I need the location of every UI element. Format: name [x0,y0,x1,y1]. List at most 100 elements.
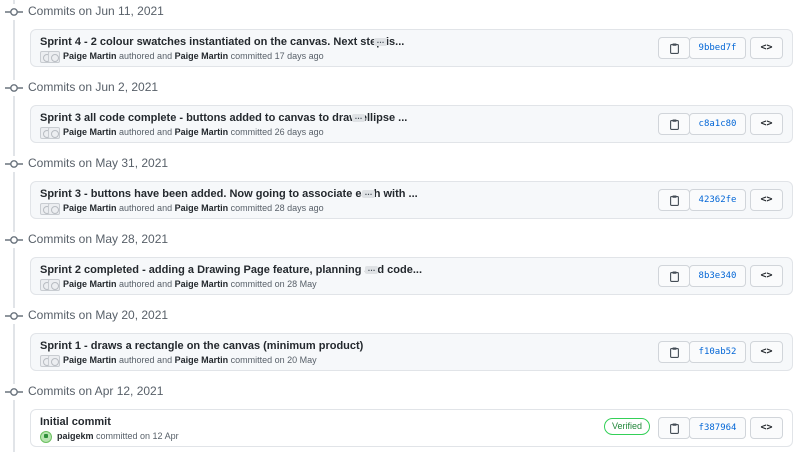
verified-badge[interactable]: Verified [604,418,650,435]
commit-group: Commits on May 28, 2021 Sprint 2 complet… [0,228,800,304]
author-link[interactable]: Paige Martin [63,127,117,137]
commit-sha: 9bbed7f [698,43,737,53]
commit-sha: 8b3e340 [698,271,737,281]
author-link[interactable]: Paige Martin [63,355,117,365]
commit-date-heading: Commits on May 28, 2021 [28,232,169,246]
committer-avatar[interactable] [48,279,60,291]
author-avatars[interactable] [40,355,60,367]
commit-meta-text: Paige Martin authored and Paige Martin c… [63,203,324,213]
committer-avatar[interactable] [40,431,52,443]
commit-group: Commits on Apr 12, 2021 Initial commit p… [0,380,800,452]
code-icon: <> [760,422,773,433]
committer-link[interactable]: Paige Martin [175,279,229,289]
git-commit-icon [5,4,23,20]
commit-time: committed on 20 May [230,355,317,365]
clipboard-icon [670,347,679,358]
copy-sha-button[interactable] [658,189,690,211]
commit-meta-text: Paige Martin authored and Paige Martin c… [63,355,317,365]
commit-message-link[interactable]: Sprint 1 - draws a rectangle on the canv… [40,340,363,352]
author-link[interactable]: Paige Martin [63,203,117,213]
expand-message-button[interactable]: … [362,189,375,198]
copy-sha-button[interactable] [658,341,690,363]
committer-link[interactable]: Paige Martin [175,203,229,213]
code-icon: <> [760,270,773,281]
code-icon: <> [760,118,773,129]
expand-message-button[interactable]: … [352,113,365,122]
commit-message-link[interactable]: Initial commit [40,416,111,428]
committer-link[interactable]: Paige Martin [175,355,229,365]
commit-sha: c8a1c80 [698,119,737,129]
browse-repo-button[interactable]: <> [750,341,783,363]
commit-sha-link[interactable]: 42362fe [689,189,746,211]
commit-sha-link[interactable]: f387964 [689,417,746,439]
copy-sha-button[interactable] [658,265,690,287]
git-commit-icon [5,232,23,248]
commit-time: committed 28 days ago [230,203,324,213]
git-commit-icon [5,384,23,400]
commit-sha-link[interactable]: c8a1c80 [689,113,746,135]
commit-date-heading: Commits on May 20, 2021 [28,308,169,322]
commit-date-heading: Commits on Jun 11, 2021 [28,4,164,18]
commit-group-header: Commits on Apr 12, 2021 [0,380,400,404]
commit-group-header: Commits on May 28, 2021 [0,228,400,252]
author-link[interactable]: Paige Martin [63,279,117,289]
browse-repo-button[interactable]: <> [750,417,783,439]
commit-sha-link[interactable]: 8b3e340 [689,265,746,287]
code-icon: <> [760,346,773,357]
commit-item: Sprint 1 - draws a rectangle on the canv… [30,333,793,371]
commit-sha-link[interactable]: f10ab52 [689,341,746,363]
committer-avatar[interactable] [48,355,60,367]
author-avatars[interactable] [40,127,60,139]
committer-link[interactable]: Paige Martin [175,127,229,137]
commit-group-header: Commits on May 31, 2021 [0,152,400,176]
commit-item: Sprint 3 - buttons have been added. Now … [30,181,793,219]
commit-meta-text: Paige Martin authored and Paige Martin c… [63,51,324,61]
committer-avatar[interactable] [48,51,60,63]
commit-item: Sprint 2 completed - adding a Drawing Pa… [30,257,793,295]
clipboard-icon [670,271,679,282]
committer-avatar[interactable] [48,203,60,215]
commit-meta-text: Paige Martin authored and Paige Martin c… [63,279,317,289]
expand-message-button[interactable]: … [374,37,387,46]
git-commit-icon [5,80,23,96]
author-link[interactable]: Paige Martin [63,51,117,61]
expand-message-button[interactable]: … [365,265,378,274]
commit-item: Sprint 4 - 2 colour swatches instantiate… [30,29,793,67]
code-icon: <> [760,194,773,205]
commit-meta-text: paigekm committed on 12 Apr [57,431,179,441]
commit-time: committed 17 days ago [230,51,324,61]
copy-sha-button[interactable] [658,417,690,439]
clipboard-icon [670,423,679,434]
commit-sha: f387964 [698,423,737,433]
committer-link[interactable]: paigekm [57,431,94,441]
browse-repo-button[interactable]: <> [750,37,783,59]
commit-message-link[interactable]: Sprint 4 - 2 colour swatches instantiate… [40,36,404,48]
commit-sha: 42362fe [698,195,737,205]
code-icon: <> [760,42,773,53]
commit-meta-text: Paige Martin authored and Paige Martin c… [63,127,324,137]
clipboard-icon [670,43,679,54]
commit-group: Commits on May 31, 2021 Sprint 3 - butto… [0,152,800,228]
browse-repo-button[interactable]: <> [750,265,783,287]
commit-group: Commits on Jun 11, 2021 Sprint 4 - 2 col… [0,0,800,76]
author-avatars[interactable] [40,51,60,63]
commit-group: Commits on May 20, 2021 Sprint 1 - draws… [0,304,800,380]
commit-date-heading: Commits on Apr 12, 2021 [28,384,164,398]
committer-link[interactable]: Paige Martin [175,51,229,61]
commit-item: Sprint 3 all code complete - buttons add… [30,105,793,143]
committer-avatar[interactable] [48,127,60,139]
commit-sha-link[interactable]: 9bbed7f [689,37,746,59]
browse-repo-button[interactable]: <> [750,113,783,135]
author-avatars[interactable] [40,279,60,291]
commit-item: Initial commit paigekm committed on 12 A… [30,409,793,447]
git-commit-icon [5,156,23,172]
commit-time: committed on 12 Apr [96,431,179,441]
copy-sha-button[interactable] [658,113,690,135]
browse-repo-button[interactable]: <> [750,189,783,211]
copy-sha-button[interactable] [658,37,690,59]
commit-date-heading: Commits on Jun 2, 2021 [28,80,159,94]
commit-date-heading: Commits on May 31, 2021 [28,156,169,170]
commit-sha: f10ab52 [698,347,737,357]
author-avatars[interactable] [40,203,60,215]
clipboard-icon [670,195,679,206]
